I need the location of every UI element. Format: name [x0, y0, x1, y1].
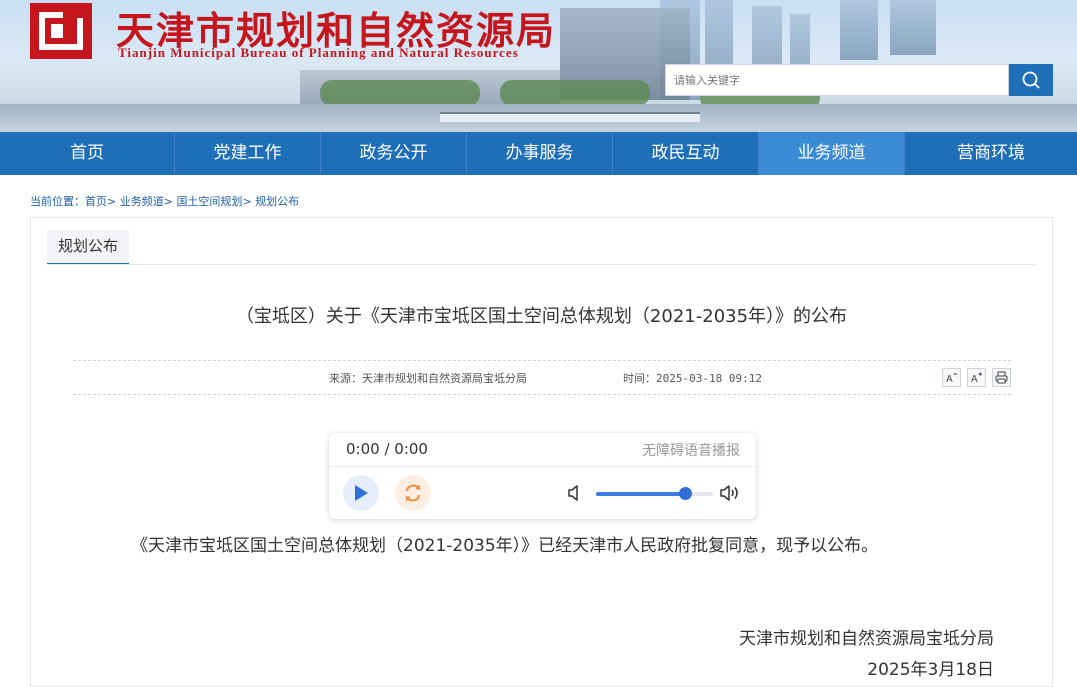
nav-item-party-building[interactable]: 党建工作	[175, 132, 321, 175]
nav-item-government-affairs[interactable]: 政务公开	[321, 132, 467, 175]
breadcrumb-separator: >	[163, 195, 173, 208]
site-subtitle: Tianjin Municipal Bureau of Planning and…	[118, 45, 519, 60]
tts-audio-player: 0:00 / 0:00 无障碍语音播报	[329, 433, 756, 519]
article-meta: 来源：天津市规划和自然资源局宝坻分局 时间：2025-03-18 09:12 A…	[73, 360, 1011, 395]
content-panel: 规划公布 （宝坻区）关于《天津市宝坻区国土空间总体规划（2021-2035年）》…	[30, 217, 1053, 687]
article-body: 《天津市宝坻区国土空间总体规划（2021-2035年）》已经天津市人民政府批复同…	[131, 536, 879, 556]
search-icon	[1022, 71, 1040, 89]
increase-font-button[interactable]: A	[967, 368, 986, 387]
svg-text:A: A	[971, 374, 978, 385]
bureau-logo-icon	[30, 3, 92, 59]
panel-tab: 规划公布	[47, 230, 130, 265]
signature-organization: 天津市规划和自然资源局宝坻分局	[739, 629, 994, 649]
font-increase-icon: A	[971, 372, 982, 385]
volume-low-icon[interactable]	[567, 484, 583, 502]
header-banner: 天津市规划和自然资源局 Tianjin Municipal Bureau of …	[0, 0, 1077, 132]
player-label: 无障碍语音播报	[642, 443, 740, 459]
volume-handle[interactable]	[678, 487, 692, 500]
main-nav: 首页 党建工作 政务公开 办事服务 政民互动 业务频道 营商环境	[0, 132, 1077, 175]
replay-button[interactable]	[395, 475, 431, 511]
search-button[interactable]	[1009, 64, 1053, 96]
play-icon	[355, 485, 368, 501]
volume-high-icon[interactable]	[719, 483, 741, 503]
breadcrumb-home[interactable]: 首页	[85, 195, 107, 208]
bridge-decoration	[440, 112, 700, 122]
nav-item-interaction[interactable]: 政民互动	[613, 132, 759, 175]
breadcrumb: 当前位置：首页> 业务频道> 国土空间规划> 规划公布	[30, 193, 299, 209]
article-time: 时间：2025-03-18 09:12	[623, 372, 762, 385]
building-decoration	[890, 0, 936, 55]
print-button[interactable]	[992, 368, 1011, 387]
play-button[interactable]	[343, 475, 379, 511]
signature-date: 2025年3月18日	[867, 660, 994, 680]
nav-item-services[interactable]: 办事服务	[467, 132, 613, 175]
breadcrumb-prefix: 当前位置：	[30, 195, 85, 208]
print-icon	[995, 371, 1008, 384]
trees-decoration	[320, 80, 480, 106]
player-time: 0:00 / 0:00	[346, 440, 428, 458]
article-title: （宝坻区）关于《天津市宝坻区国土空间总体规划（2021-2035年）》的公布	[235, 306, 848, 327]
breadcrumb-separator: >	[242, 195, 252, 208]
search-input[interactable]	[665, 64, 1009, 96]
breadcrumb-separator: >	[107, 195, 117, 208]
article-source: 来源：天津市规划和自然资源局宝坻分局	[329, 372, 527, 385]
divider	[329, 466, 756, 467]
volume-level	[596, 492, 685, 496]
trees-decoration	[500, 80, 650, 106]
nav-item-home[interactable]: 首页	[0, 132, 175, 175]
nav-item-business-channel[interactable]: 业务频道	[759, 132, 905, 175]
nav-item-business-environment[interactable]: 营商环境	[905, 132, 1077, 175]
building-decoration	[840, 0, 878, 60]
breadcrumb-business-channel[interactable]: 业务频道	[120, 195, 164, 208]
font-decrease-icon: A	[946, 373, 957, 385]
article-tools: A A	[942, 368, 1011, 387]
svg-text:A: A	[946, 374, 953, 385]
decrease-font-button[interactable]: A	[942, 368, 961, 387]
replay-icon	[405, 484, 421, 502]
divider	[47, 264, 1036, 265]
breadcrumb-spatial-planning[interactable]: 国土空间规划	[176, 195, 242, 208]
breadcrumb-plan-publication[interactable]: 规划公布	[255, 195, 299, 208]
volume-slider[interactable]	[596, 487, 713, 500]
